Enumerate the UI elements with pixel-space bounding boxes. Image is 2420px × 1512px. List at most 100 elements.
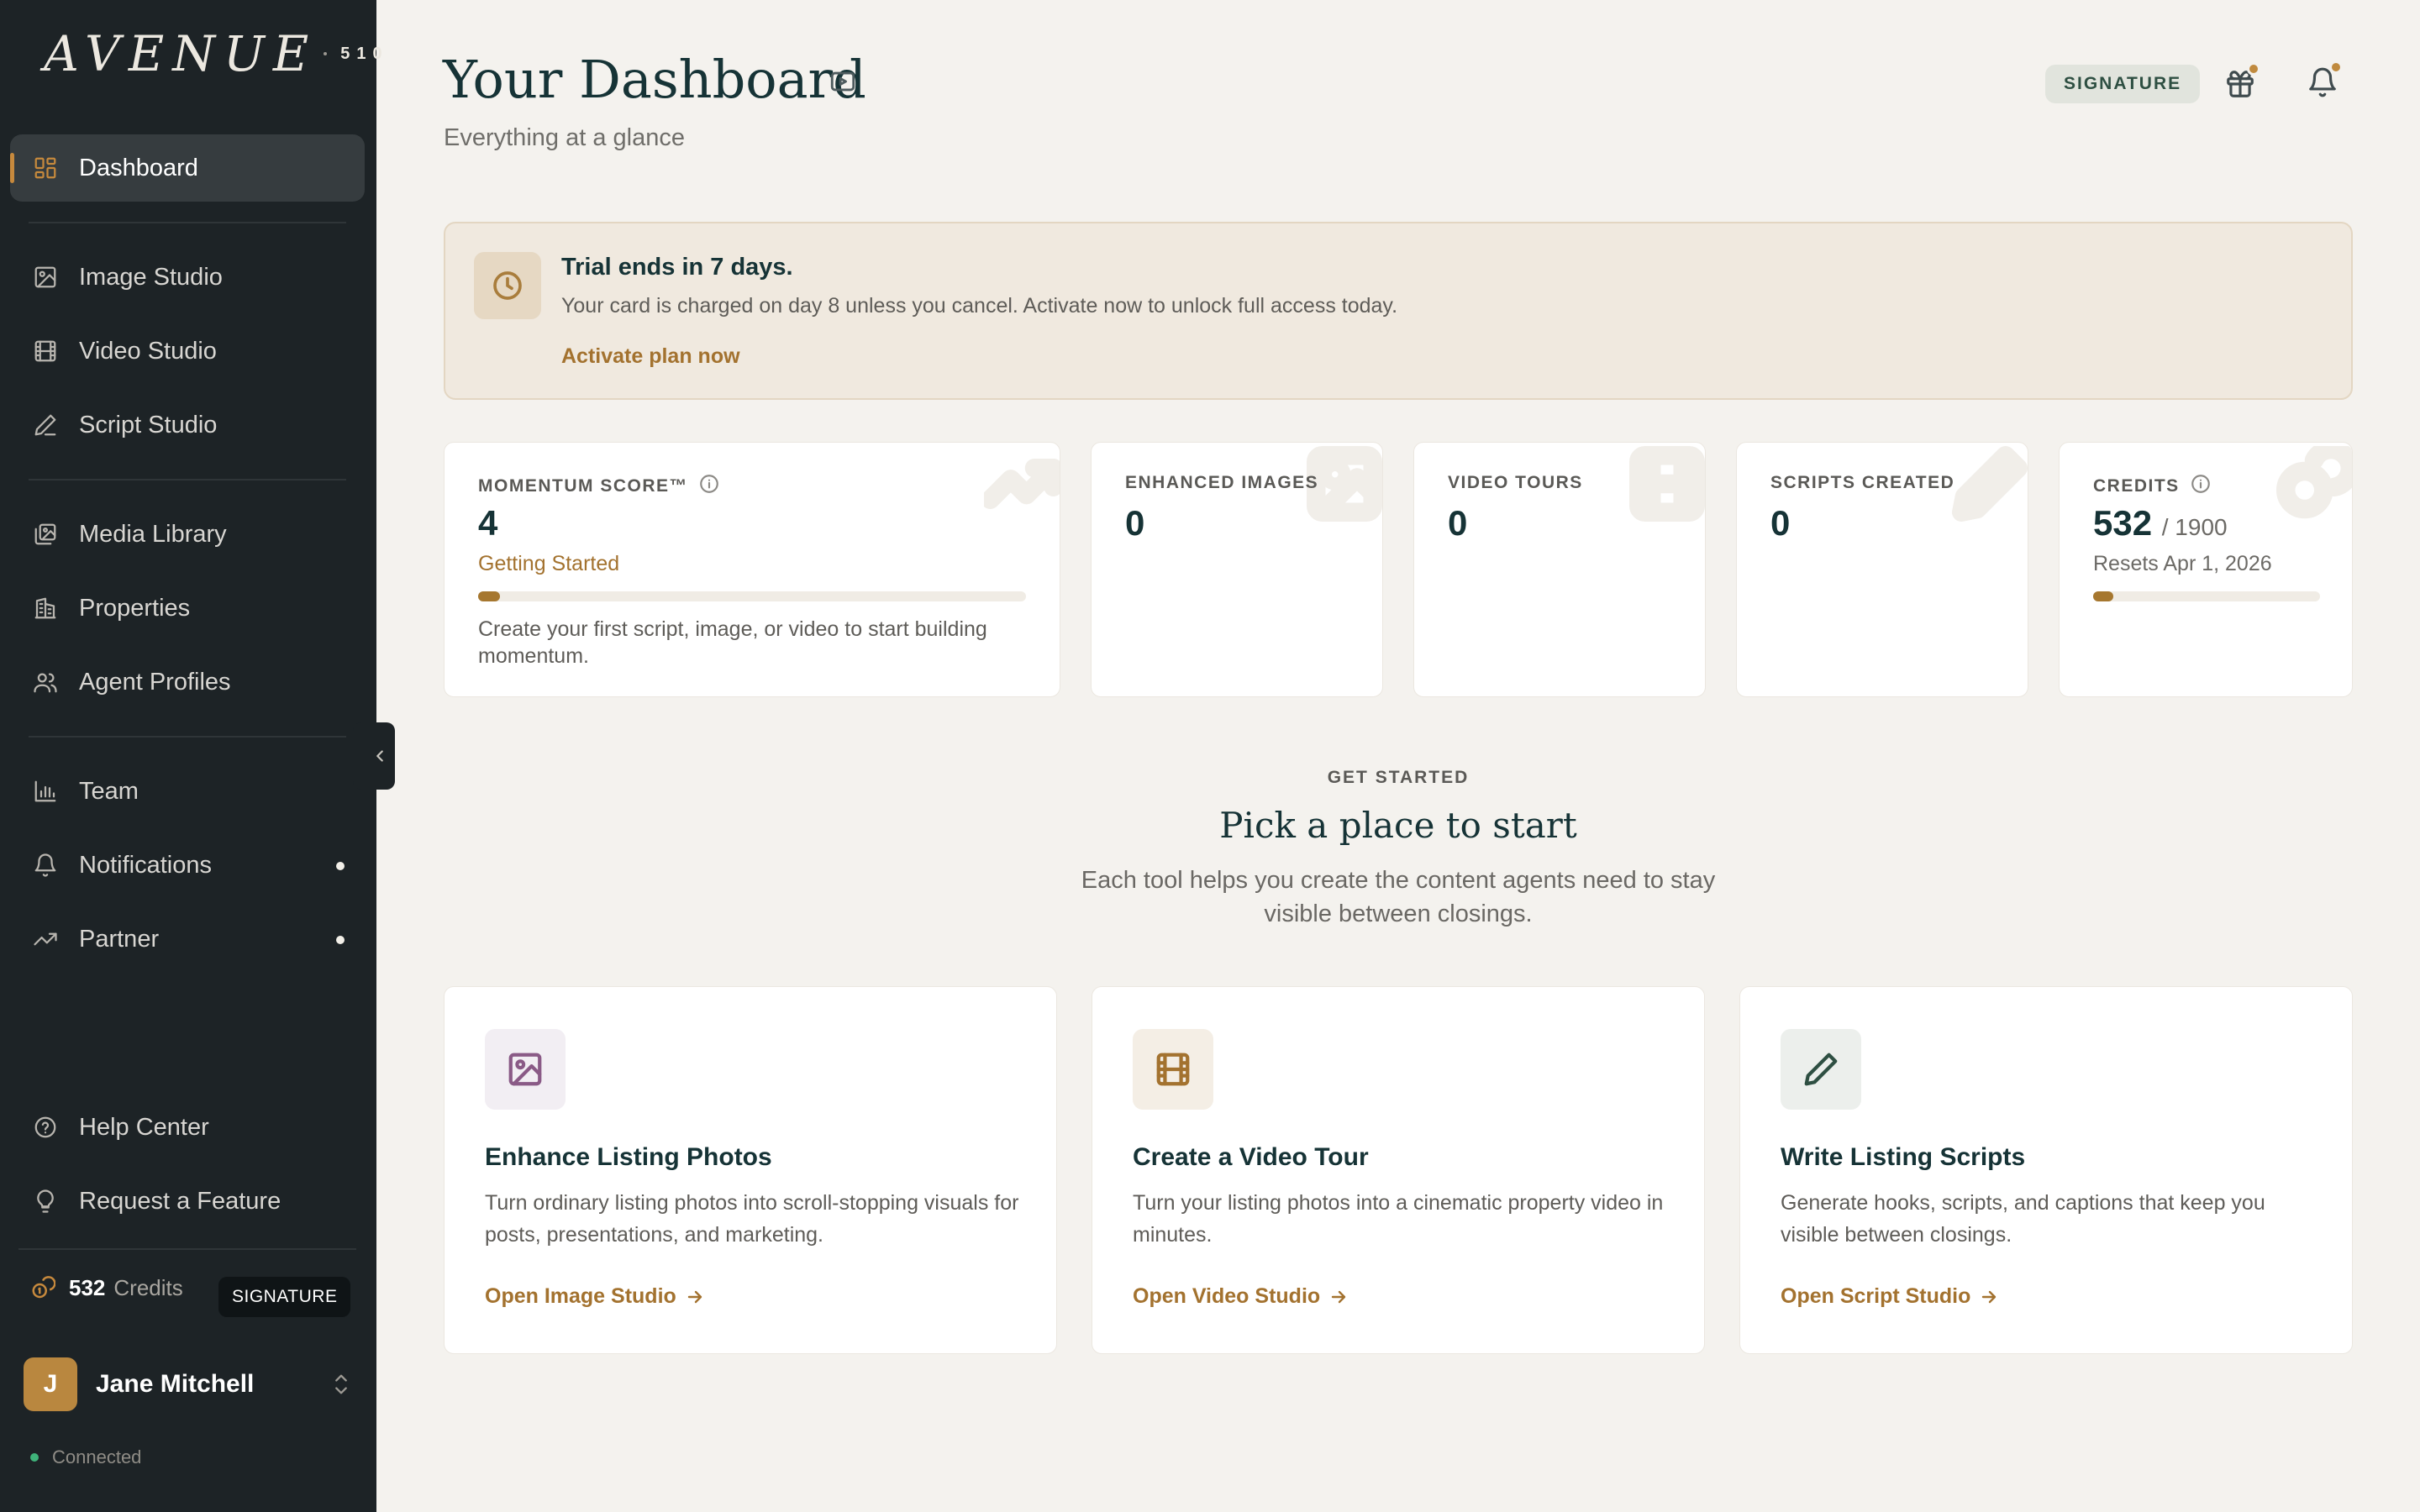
- credits-reset-date: Resets Apr 1, 2026: [2093, 552, 2272, 575]
- activate-plan-link[interactable]: Activate plan now: [561, 344, 740, 369]
- trial-text: Your card is charged on day 8 unless you…: [561, 294, 1398, 318]
- tool-title: Enhance Listing Photos: [485, 1143, 772, 1171]
- credits-card: CREDITS 532 / 1900 Resets Apr 1, 2026: [2059, 442, 2353, 697]
- sidebar-divider: [29, 479, 346, 480]
- help-circle-icon: [32, 1114, 59, 1141]
- sidebar-item-label: Properties: [79, 594, 191, 622]
- credits-label-text: CREDITS: [2093, 476, 2180, 496]
- stat-label: VIDEO TOURS: [1448, 473, 1583, 492]
- chevron-left-icon: [376, 750, 383, 762]
- notifications-button[interactable]: [2304, 60, 2343, 101]
- link-label: Open Script Studio: [1781, 1284, 1971, 1308]
- user-name: Jane Mitchell: [96, 1370, 255, 1398]
- stat-label: SCRIPTS CREATED: [1770, 473, 1955, 492]
- trending-up-icon: [981, 446, 1060, 522]
- enhanced-images-card: ENHANCED IMAGES 0: [1091, 442, 1383, 697]
- tool-description: Turn your listing photos into a cinemati…: [1133, 1191, 1664, 1247]
- tool-title: Write Listing Scripts: [1781, 1143, 2026, 1171]
- trial-banner: Trial ends in 7 days. Your card is charg…: [444, 222, 2353, 400]
- section-description: Each tool helps you create the content a…: [1081, 867, 1716, 927]
- open-image-studio-link[interactable]: Open Image Studio: [485, 1284, 705, 1309]
- sidebar-item-script-studio[interactable]: Script Studio: [10, 391, 365, 459]
- momentum-progress-fill: [478, 591, 501, 601]
- sidebar-item-label: Agent Profiles: [79, 668, 231, 696]
- sidebar-divider: [29, 222, 346, 223]
- tool-description: Generate hooks, scripts, and captions th…: [1781, 1191, 2265, 1247]
- credits-progress-fill: [2093, 591, 2114, 601]
- brand-logo[interactable]: AVENUE 510: [44, 25, 389, 82]
- sidebar-item-label: Notifications: [79, 851, 212, 879]
- bell-icon: [32, 852, 59, 879]
- sidebar-item-team[interactable]: Team: [10, 758, 365, 825]
- collapse-sidebar-button[interactable]: [353, 722, 395, 790]
- section-title: Pick a place to start: [1219, 805, 1577, 846]
- sidebar-item-label: Image Studio: [79, 263, 223, 291]
- pen-icon: [1952, 446, 2028, 522]
- avatar: J: [24, 1357, 77, 1411]
- gift-button[interactable]: [2222, 62, 2260, 102]
- credits-value: 532 / 1900: [2093, 503, 2228, 543]
- stat-label: MOMENTUM SCORE™: [478, 473, 720, 500]
- sidebar-item-label: Partner: [79, 925, 160, 953]
- coins-icon: [32, 1275, 55, 1298]
- film-icon: [1629, 446, 1705, 522]
- sidebar-item-media-library[interactable]: Media Library: [10, 501, 365, 568]
- plan-badge: SIGNATURE: [2045, 65, 2201, 103]
- unread-dot: [336, 862, 345, 870]
- info-icon[interactable]: [2190, 473, 2212, 500]
- user-menu[interactable]: J Jane Mitchell: [24, 1357, 353, 1411]
- plan-badge: SIGNATURE: [218, 1277, 351, 1317]
- page-subtitle: Everything at a glance: [444, 124, 685, 151]
- video-tutorial-icon[interactable]: [829, 67, 857, 100]
- momentum-label-text: MOMENTUM SCORE™: [478, 476, 688, 496]
- sidebar-item-dashboard[interactable]: Dashboard: [10, 134, 365, 202]
- tool-card-image-studio[interactable]: Enhance Listing Photos Turn ordinary lis…: [444, 986, 1057, 1354]
- sidebar-item-partner[interactable]: Partner: [10, 906, 365, 973]
- clock-icon: [474, 252, 541, 319]
- sidebar-item-help-center[interactable]: Help Center: [10, 1094, 365, 1161]
- momentum-progress-bar: [478, 591, 1026, 601]
- sidebar-item-image-studio[interactable]: Image Studio: [10, 244, 365, 311]
- sidebar-item-label: Script Studio: [79, 411, 218, 438]
- link-label: Open Video Studio: [1133, 1284, 1321, 1308]
- sidebar-item-label: Dashboard: [79, 154, 198, 181]
- stat-value: 0: [1770, 503, 1791, 543]
- brand-separator: [324, 52, 328, 55]
- sidebar-item-label: Help Center: [79, 1113, 209, 1141]
- sidebar-item-notifications[interactable]: Notifications: [10, 832, 365, 899]
- lightbulb-icon: [32, 1188, 59, 1215]
- open-script-studio-link[interactable]: Open Script Studio: [1781, 1284, 1999, 1309]
- sidebar-item-label: Team: [79, 777, 139, 805]
- coins-icon: [2276, 443, 2352, 522]
- film-icon: [1133, 1029, 1213, 1110]
- status-text: Connected: [52, 1446, 142, 1467]
- sidebar-item-video-studio[interactable]: Video Studio: [10, 318, 365, 385]
- link-label: Open Image Studio: [485, 1284, 676, 1308]
- open-video-studio-link[interactable]: Open Video Studio: [1133, 1284, 1349, 1309]
- grid-icon: [32, 155, 59, 181]
- sidebar-item-request-feature[interactable]: Request a Feature: [10, 1168, 365, 1235]
- unread-dot: [2329, 60, 2343, 74]
- arrow-right-icon: [1331, 1290, 1346, 1303]
- stat-label: ENHANCED IMAGES: [1125, 473, 1319, 492]
- connection-status: Connected: [30, 1446, 141, 1468]
- pen-icon: [32, 412, 59, 438]
- stat-label: CREDITS: [2093, 473, 2212, 500]
- info-icon[interactable]: [698, 473, 720, 500]
- sidebar-credits[interactable]: 532 Credits: [30, 1275, 183, 1301]
- status-dot: [30, 1453, 39, 1462]
- sidebar-item-agent-profiles[interactable]: Agent Profiles: [10, 648, 365, 716]
- sidebar-item-label: Video Studio: [79, 337, 217, 365]
- momentum-level: Getting Started: [478, 552, 620, 575]
- sidebar-item-label: Request a Feature: [79, 1187, 281, 1215]
- credits-total: / 1900: [2161, 514, 2228, 540]
- users-icon: [32, 669, 59, 696]
- brand-suffix: 510: [340, 44, 389, 63]
- section-eyebrow: GET STARTED: [1327, 768, 1470, 787]
- brand-name: AVENUE: [44, 25, 318, 82]
- tool-card-video-studio[interactable]: Create a Video Tour Turn your listing ph…: [1092, 986, 1705, 1354]
- sidebar-item-properties[interactable]: Properties: [10, 575, 365, 642]
- video-tours-card: VIDEO TOURS 0: [1413, 442, 1706, 697]
- momentum-description: Create your first script, image, or vide…: [478, 617, 987, 668]
- tool-card-script-studio[interactable]: Write Listing Scripts Generate hooks, sc…: [1739, 986, 2353, 1354]
